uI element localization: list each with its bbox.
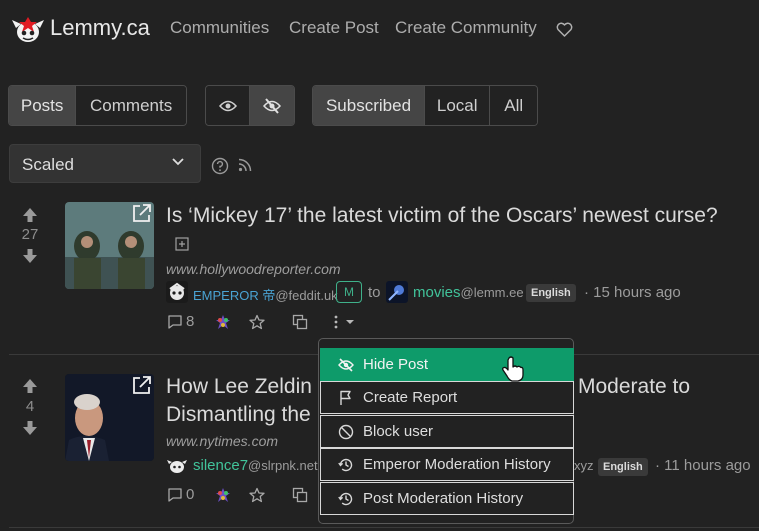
menu-item-hide-post[interactable]: Hide Post [320,348,574,381]
rss-icon[interactable] [238,158,252,172]
star-icon[interactable] [249,314,265,330]
copy-icon[interactable] [292,487,308,503]
tab-comments[interactable]: Comments [76,86,186,125]
expand-icon[interactable] [175,237,189,251]
author-instance: @feddit.uk [275,288,338,303]
nav-communities[interactable]: Communities [170,18,269,38]
post-divider [9,527,759,528]
post-time: · 11 hours ago [655,457,751,474]
copy-icon[interactable] [292,314,308,330]
crosspost-icon[interactable] [215,314,231,330]
block-icon [338,424,354,440]
menu-item-label: Hide Post [363,356,429,373]
heart-icon[interactable] [556,22,573,38]
moderator-badge: M [336,281,362,303]
post-domain[interactable]: www.nytimes.com [166,433,278,449]
post-domain[interactable]: www.hollywoodreporter.com [166,261,341,277]
flag-icon [340,390,351,405]
menu-item-label: Emperor Moderation History [363,456,551,473]
tab-posts[interactable]: Posts [9,86,77,125]
more-options-icon[interactable] [329,314,357,330]
post-title-right[interactable]: Moderate to [578,373,690,401]
language-badge: English [598,458,648,476]
post-score: 27 [21,226,39,243]
downvote-arrow-icon[interactable] [21,248,39,264]
comment-count[interactable]: 8 [186,313,194,330]
external-link-icon[interactable] [131,375,152,396]
lemmy-logo-icon[interactable] [12,14,44,44]
menu-item-label: Post Moderation History [363,490,524,507]
crosspost-icon[interactable] [215,487,231,503]
star-icon[interactable] [249,487,265,503]
menu-item-create-report[interactable]: Create Report [320,381,574,414]
post-author[interactable]: silence7@slrpnk.net [193,457,318,474]
tab-local[interactable]: Local [425,86,491,125]
community-icon [386,281,408,303]
post-author[interactable]: EMPEROR 帝@feddit.uk [193,285,338,304]
site-name[interactable]: Lemmy.ca [50,15,150,41]
upvote-arrow-icon[interactable] [21,207,39,223]
avatar [167,460,187,473]
upvote-arrow-icon[interactable] [21,378,39,394]
comment-icon[interactable] [167,314,183,330]
post-title-left[interactable]: How Lee Zeldin [166,373,312,401]
post-community[interactable]: movies@lemm.ee [413,284,524,301]
author-name: silence7 [193,457,249,474]
post-time: · 15 hours ago [584,284,681,301]
comment-icon[interactable] [167,487,183,503]
menu-item-emperor-moderation-history[interactable]: Emperor Moderation History [320,448,574,481]
listing-toggle-group: Subscribed Local All [312,85,538,126]
eye-icon [218,100,237,111]
eye-slash-icon [263,97,281,114]
help-icon[interactable] [211,157,229,175]
downvote-arrow-icon[interactable] [21,420,39,436]
community-name: movies [413,284,461,301]
menu-item-label: Create Report [363,389,458,406]
post-score: 4 [25,398,35,415]
author-name: EMPEROR 帝 [193,288,276,303]
eye-slash-icon [338,358,354,372]
menu-item-block-user[interactable]: Block user [320,415,574,448]
language-badge: English [526,284,576,302]
tab-all[interactable]: All [490,86,537,125]
show-hidden-button[interactable] [206,86,251,125]
community-fragment[interactable]: xyz [574,458,594,473]
post-options-menu: Hide Post Create Report Block user Emper… [318,338,574,524]
visibility-toggle-group [205,85,295,126]
history-icon [338,458,353,472]
to-text: to [368,284,381,301]
history-icon [338,492,353,506]
hand-cursor-icon [502,356,524,382]
type-toggle-group: Posts Comments [8,85,187,126]
chevron-down-icon [172,158,184,166]
post-title-line2[interactable]: Dismantling the [166,401,311,429]
community-instance: @lemm.ee [460,285,524,300]
author-instance: @slrpnk.net [248,458,318,473]
external-link-icon[interactable] [131,203,152,224]
hide-hidden-button[interactable] [250,86,294,125]
tab-subscribed[interactable]: Subscribed [313,86,425,125]
comment-count[interactable]: 0 [186,486,194,503]
nav-create-post[interactable]: Create Post [289,18,379,38]
menu-item-label: Block user [363,423,434,440]
post-title[interactable]: Is ‘Mickey 17’ the latest victim of the … [166,202,756,230]
avatar [166,281,188,303]
menu-item-post-moderation-history[interactable]: Post Moderation History [320,482,574,515]
nav-create-community[interactable]: Create Community [395,18,537,38]
